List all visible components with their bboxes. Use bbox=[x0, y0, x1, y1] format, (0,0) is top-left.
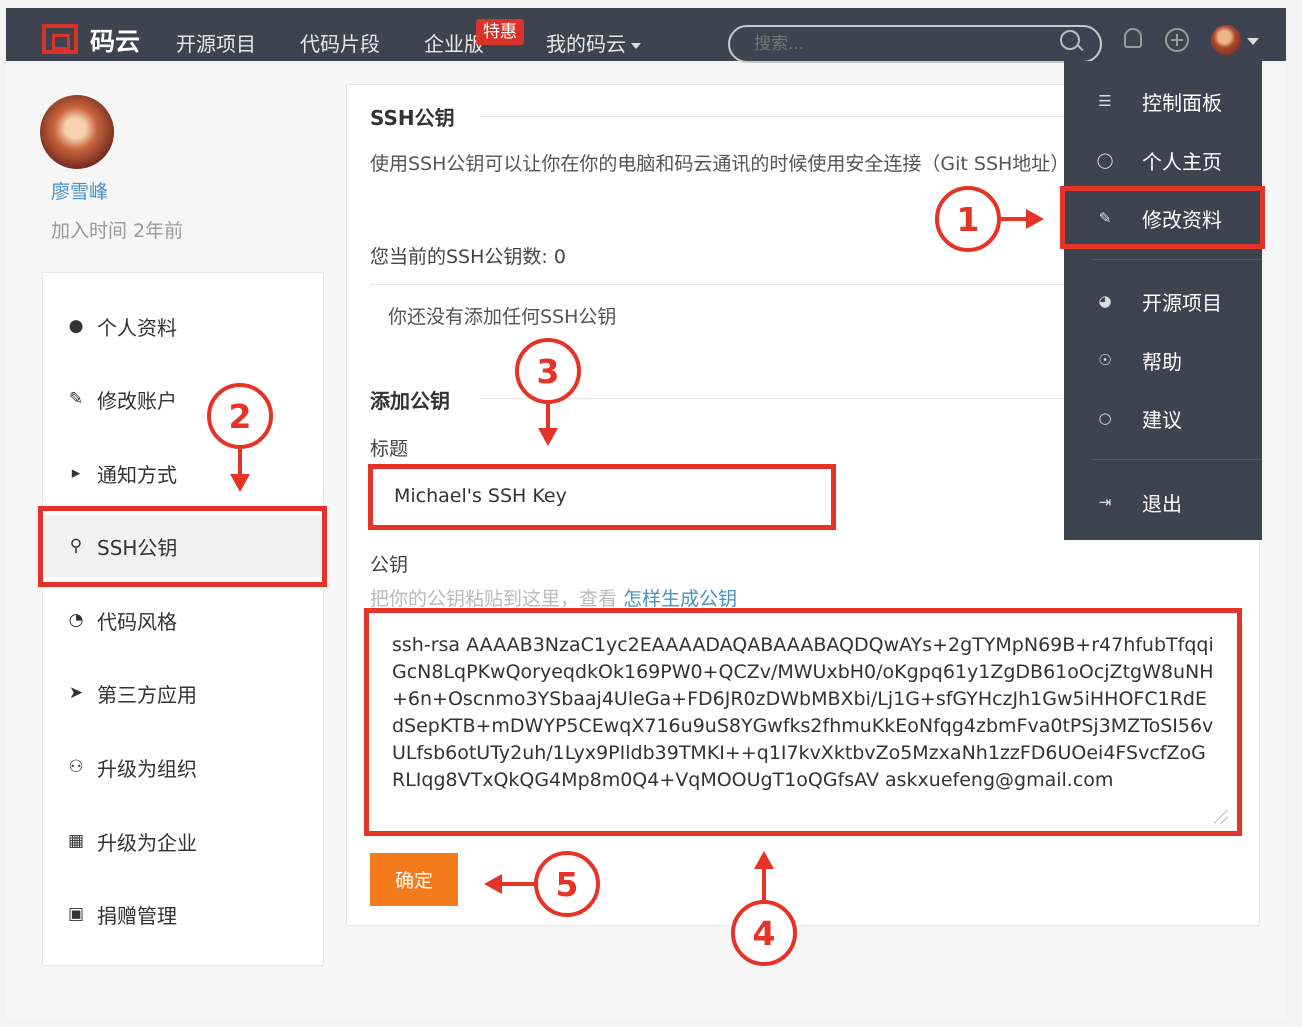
top-navbar: 码云 开源项目 代码片段 企业版 特惠 我的码云 bbox=[6, 8, 1286, 63]
submit-button[interactable]: 确定 bbox=[370, 853, 458, 906]
arrow-right-icon bbox=[1026, 209, 1044, 229]
empty-keys-message: 你还没有添加任何SSH公钥 bbox=[388, 306, 617, 328]
sidebar-item-upgrade-enterprise[interactable]: ▦ 升级为企业 bbox=[43, 810, 323, 872]
ssh-section-title: SSH公钥 bbox=[370, 106, 455, 130]
search-input[interactable] bbox=[728, 25, 1102, 63]
annotation-step-2: 2 bbox=[207, 383, 273, 449]
hot-badge: 特惠 bbox=[476, 19, 524, 45]
section-divider bbox=[480, 398, 1070, 399]
dropdown-item-label: 退出 bbox=[1142, 491, 1182, 516]
sidebar-item-upgrade-org[interactable]: ⚇ 升级为组织 bbox=[43, 736, 323, 798]
key-hint-text: 把你的公钥粘贴到这里，查看 bbox=[370, 588, 618, 610]
dropdown-item-label: 开源项目 bbox=[1142, 290, 1222, 315]
gift-icon: ▣ bbox=[67, 904, 85, 924]
annotation-step-5: 5 bbox=[534, 851, 600, 917]
building-icon: ▦ bbox=[67, 831, 85, 851]
logout-icon: ⇥ bbox=[1098, 493, 1112, 511]
section-divider bbox=[480, 116, 1070, 117]
pencil-icon: ✎ bbox=[68, 389, 84, 409]
key-label: 公钥 bbox=[370, 554, 409, 576]
highlight-edit-profile bbox=[1060, 186, 1265, 249]
help-icon: ☉ bbox=[1098, 351, 1112, 369]
user-dropdown-menu: ☰ 控制面板 ◯ 个人主页 ✎ 修改资料 ◕ 开源项目 ☉ 帮助 ○ 建议 ⇥ … bbox=[1064, 61, 1262, 540]
sidebar-item-label: 个人资料 bbox=[97, 315, 177, 340]
highlight-key-textarea bbox=[364, 608, 1242, 836]
nav-open-source[interactable]: 开源项目 bbox=[176, 28, 256, 57]
annotation-step-1: 1 bbox=[935, 186, 1001, 252]
ssh-description: 使用SSH公钥可以让你在你的电脑和码云通讯的时候使用安全连接（Git SSH地址… bbox=[370, 153, 1070, 175]
user-icon: ● bbox=[68, 316, 84, 336]
profile-name[interactable]: 廖雪峰 bbox=[51, 177, 108, 204]
dropdown-separator bbox=[1092, 459, 1262, 460]
profile-avatar[interactable] bbox=[40, 95, 114, 169]
gitee-logo-icon[interactable] bbox=[42, 24, 78, 54]
comment-icon: ○ bbox=[1098, 409, 1112, 427]
page: 码云 开源项目 代码片段 企业版 特惠 我的码云 廖雪峰 加入时间 2年前 ● … bbox=[0, 0, 1302, 1027]
annotation-arrow bbox=[546, 404, 550, 430]
sidebar-item-notifications[interactable]: ▸ 通知方式 bbox=[43, 442, 323, 504]
profile-joined: 加入时间 2年前 bbox=[51, 220, 184, 242]
dashboard-icon: ◔ bbox=[68, 610, 84, 630]
key-hint: 把你的公钥粘贴到这里，查看 怎样生成公钥 bbox=[370, 584, 737, 611]
chevron-down-icon[interactable] bbox=[1247, 38, 1259, 45]
dropdown-separator bbox=[1092, 259, 1262, 260]
search-icon[interactable] bbox=[1060, 30, 1080, 50]
how-to-generate-key-link[interactable]: 怎样生成公钥 bbox=[623, 588, 737, 610]
sidebar-item-account[interactable]: ✎ 修改账户 bbox=[43, 368, 323, 430]
arrow-down-icon bbox=[230, 474, 250, 492]
nav-snippets[interactable]: 代码片段 bbox=[300, 28, 380, 57]
user-avatar[interactable] bbox=[1211, 25, 1241, 55]
nav-enterprise[interactable]: 企业版 bbox=[424, 28, 484, 57]
dropdown-item-logout[interactable]: ⇥ 退出 bbox=[1064, 476, 1262, 528]
annotation-arrow bbox=[500, 882, 536, 886]
user-icon: ◯ bbox=[1096, 151, 1114, 169]
sidebar-item-label: 修改账户 bbox=[97, 388, 177, 413]
dropdown-item-dashboard[interactable]: ☰ 控制面板 bbox=[1064, 75, 1262, 127]
bell-icon[interactable] bbox=[1124, 28, 1142, 48]
nav-my-gitee[interactable]: 我的码云 bbox=[546, 28, 641, 57]
dropdown-item-label: 建议 bbox=[1142, 407, 1182, 432]
volume-icon: ▸ bbox=[71, 463, 81, 483]
group-icon: ⚇ bbox=[68, 757, 84, 777]
nav-my-gitee-label: 我的码云 bbox=[546, 32, 626, 56]
sidebar-item-label: 升级为企业 bbox=[97, 830, 197, 855]
dropdown-item-help[interactable]: ☉ 帮助 bbox=[1064, 334, 1262, 386]
highlight-title-input bbox=[368, 464, 836, 530]
dropdown-item-label: 帮助 bbox=[1142, 349, 1182, 374]
dropdown-item-label: 控制面板 bbox=[1142, 90, 1222, 115]
title-label: 标题 bbox=[370, 438, 409, 460]
chevron-down-icon bbox=[631, 42, 641, 49]
sidebar-item-label: 通知方式 bbox=[97, 462, 177, 487]
dropdown-item-feedback[interactable]: ○ 建议 bbox=[1064, 392, 1262, 444]
settings-sidebar: ● 个人资料 ✎ 修改账户 ▸ 通知方式 ⚲ SSH公钥 ◔ 代码风格 ➤ 第三… bbox=[42, 272, 324, 966]
sidebar-item-label: 捐赠管理 bbox=[97, 903, 177, 928]
annotation-arrow bbox=[1001, 217, 1029, 221]
sidebar-item-label: 升级为组织 bbox=[97, 756, 197, 781]
dropdown-item-label: 个人主页 bbox=[1142, 149, 1222, 174]
ssh-key-count: 您当前的SSH公钥数: 0 bbox=[370, 246, 566, 268]
dropdown-item-homepage[interactable]: ◯ 个人主页 bbox=[1064, 134, 1262, 186]
sidebar-item-profile[interactable]: ● 个人资料 bbox=[43, 295, 323, 357]
add-key-section-title: 添加公钥 bbox=[370, 389, 450, 413]
sidebar-item-label: 第三方应用 bbox=[97, 682, 197, 707]
brand-name[interactable]: 码云 bbox=[90, 22, 140, 58]
highlight-ssh-sidebar bbox=[38, 506, 327, 587]
annotation-arrow bbox=[238, 449, 242, 477]
rocket-icon: ➤ bbox=[68, 683, 84, 703]
sidebar-item-code-style[interactable]: ◔ 代码风格 bbox=[43, 589, 323, 651]
annotation-arrow bbox=[762, 867, 766, 901]
annotation-step-3: 3 bbox=[515, 338, 581, 404]
arrow-down-icon bbox=[538, 428, 558, 446]
compass-icon: ◕ bbox=[1098, 292, 1112, 310]
plus-icon[interactable] bbox=[1165, 28, 1189, 52]
dashboard-icon: ☰ bbox=[1098, 92, 1112, 110]
annotation-step-4: 4 bbox=[731, 900, 797, 966]
dropdown-item-open-source[interactable]: ◕ 开源项目 bbox=[1064, 275, 1262, 327]
sidebar-item-donations[interactable]: ▣ 捐赠管理 bbox=[43, 883, 323, 945]
sidebar-item-third-party-apps[interactable]: ➤ 第三方应用 bbox=[43, 662, 323, 724]
sidebar-item-label: 代码风格 bbox=[97, 609, 177, 634]
